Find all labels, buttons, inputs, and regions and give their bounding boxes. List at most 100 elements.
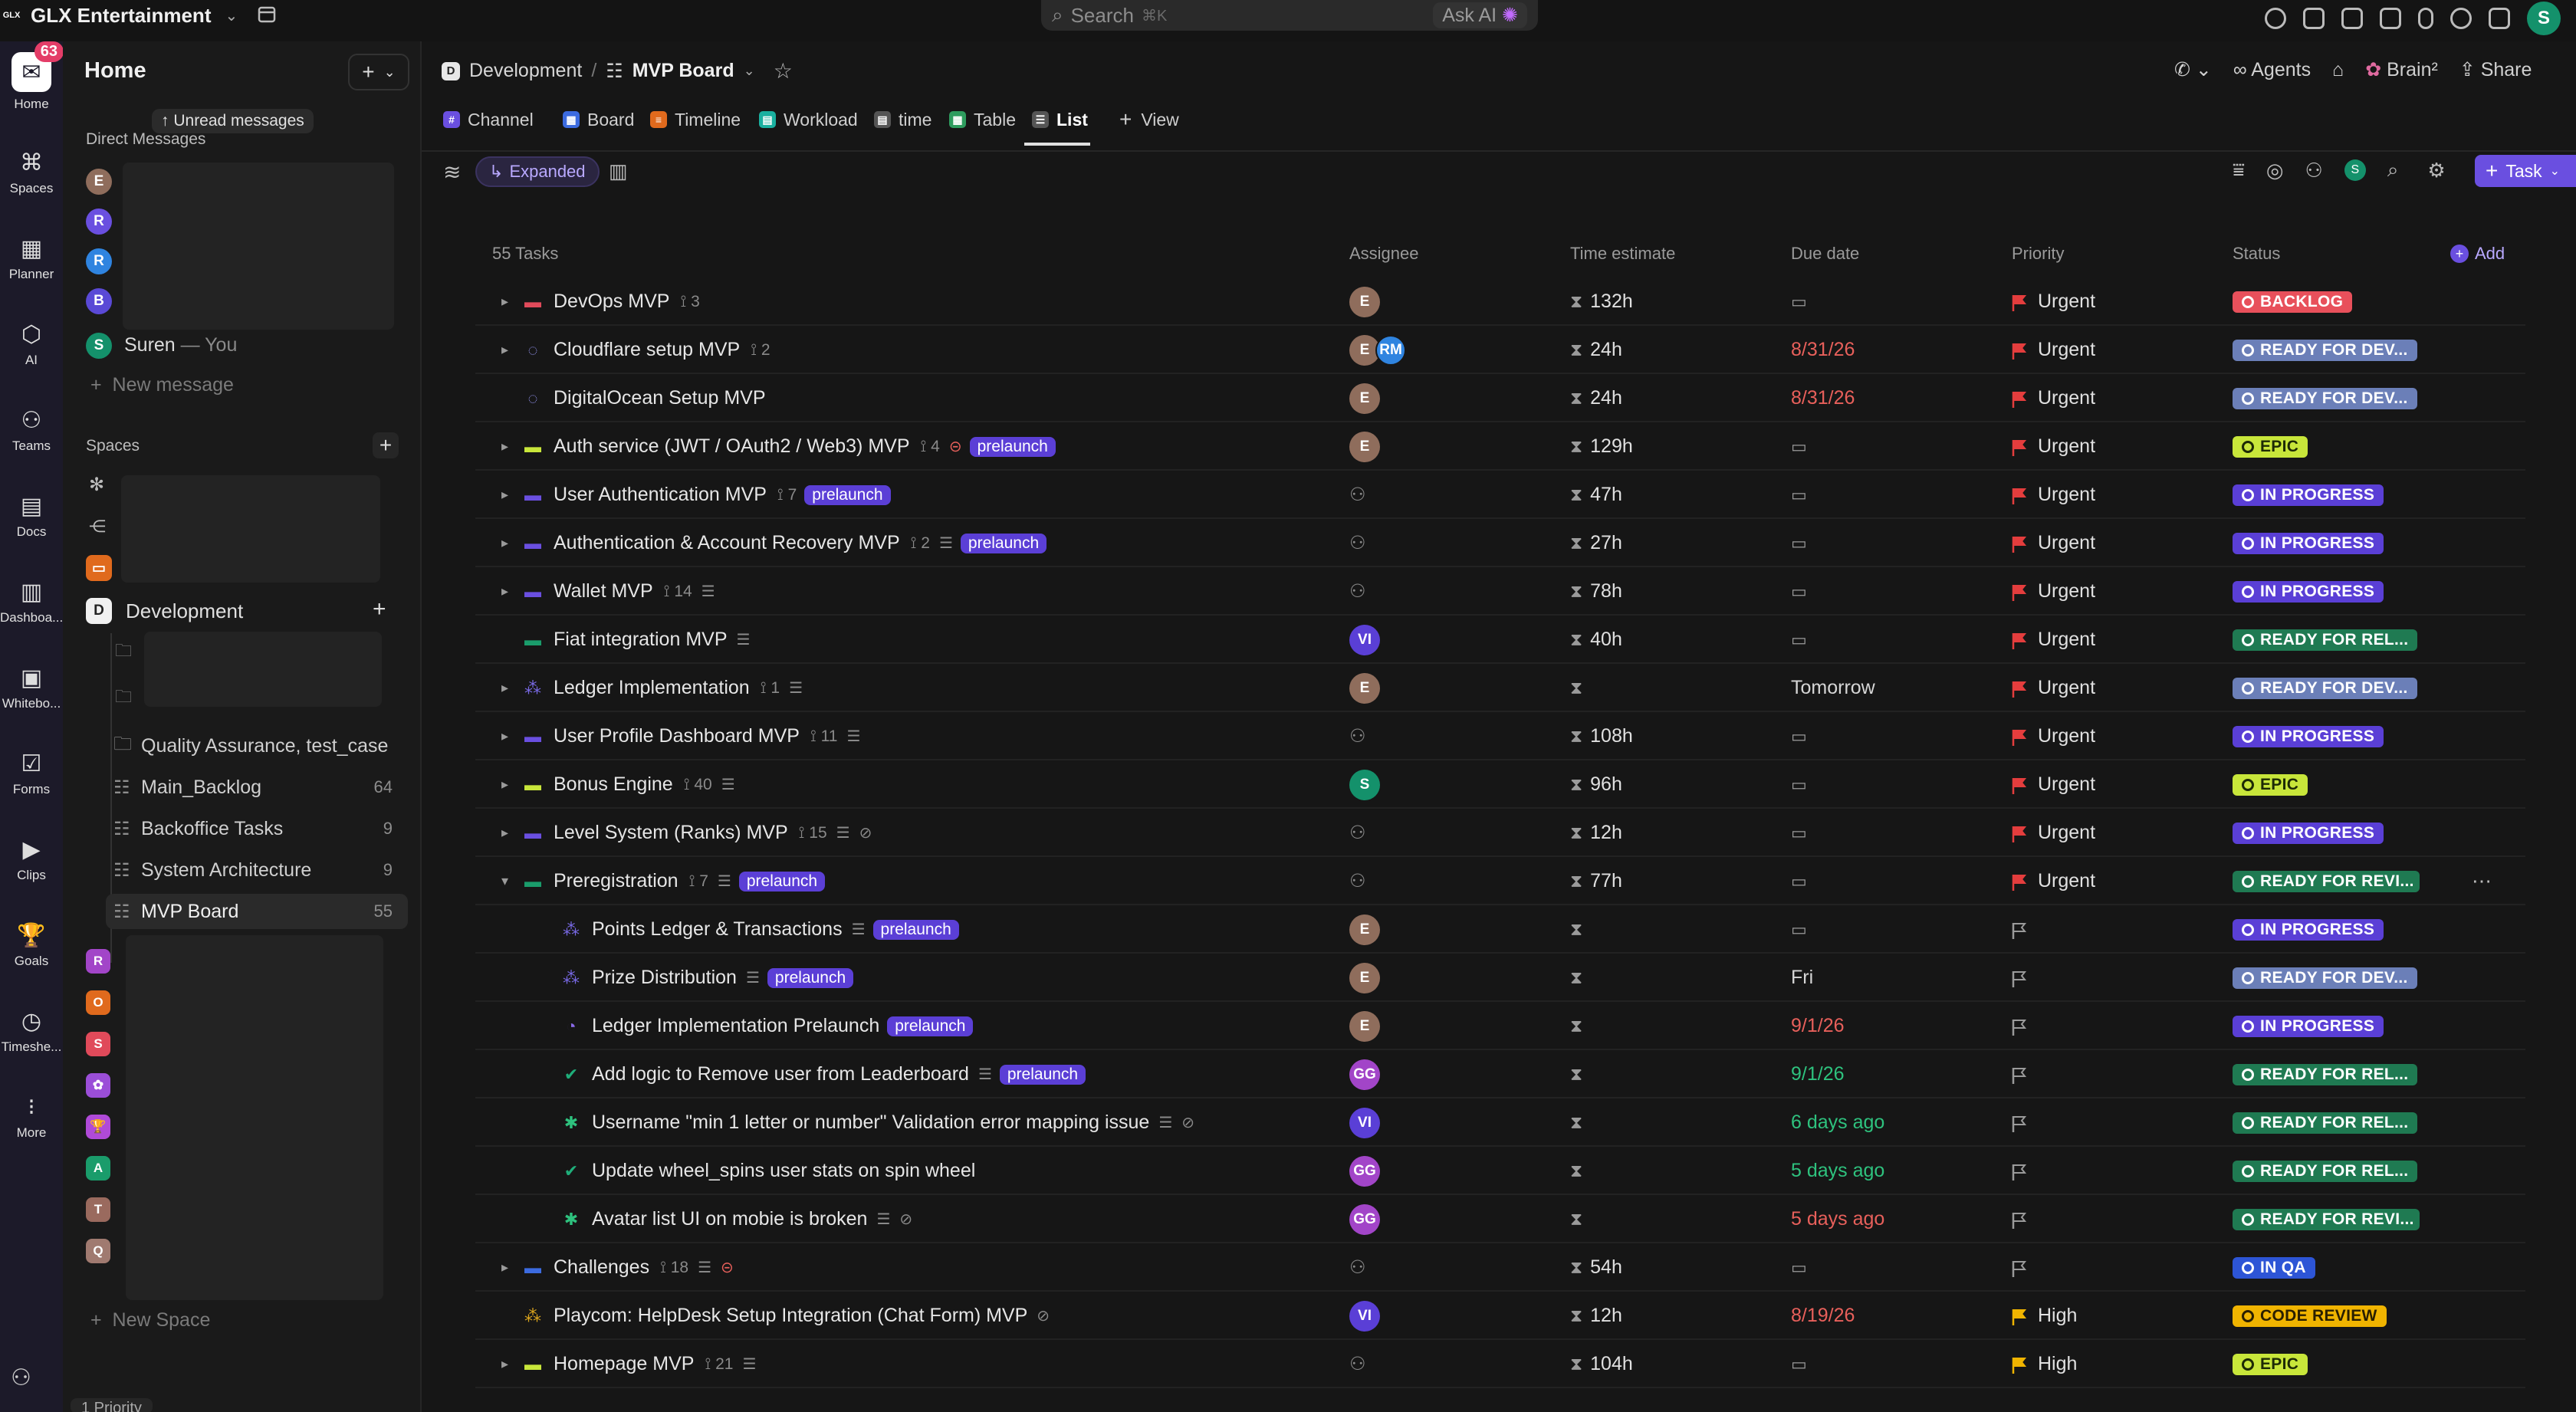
assignee-cell[interactable]: ⚇ [1349, 1243, 1366, 1292]
due-date-cell[interactable]: 5 days ago [1791, 1195, 1884, 1243]
task-row[interactable]: ▸ ▬ Wallet MVP ⟟ 14 ☰ ⚇ ⧗ 78h ▭ Urgent IN PROGRESS [475, 567, 2525, 616]
task-row[interactable]: ⁂ Prize Distribution ☰ prelaunch E ⧗ Fri READY … [475, 954, 2525, 1002]
status-cell[interactable]: READY FOR DEV... [2233, 326, 2417, 374]
rail-planner[interactable]: ▦ Planner [0, 235, 63, 282]
assignee-cell[interactable]: E [1349, 277, 1380, 326]
add-view-button[interactable]: + View [1119, 104, 1179, 135]
subtask-count[interactable]: ⟟ 2 [911, 534, 930, 553]
self-user-name[interactable]: Suren — You [124, 334, 237, 356]
expand-caret-icon[interactable]: ▸ [501, 422, 508, 471]
task-row[interactable]: ▸ ▬ Bonus Engine ⟟ 40 ☰ S ⧗ 96h ▭ Urgent EPIC [475, 760, 2525, 809]
subtask-count[interactable]: ⟟ 1 [761, 679, 780, 698]
status-cell[interactable]: IN PROGRESS [2233, 519, 2384, 567]
layers-icon[interactable]: ≋ [443, 159, 461, 185]
add-assignee-icon[interactable]: ⚇ [1349, 532, 1366, 554]
rail-home[interactable]: ✉ 63 Home [0, 41, 64, 112]
brain-button[interactable]: ✿ Brain² [2365, 58, 2438, 81]
status-badge[interactable]: READY FOR DEV... [2233, 677, 2417, 699]
task-name[interactable]: Auth service (JWT / OAuth2 / Web3) MVP [554, 435, 910, 458]
status-cell[interactable]: IN QA [2233, 1243, 2315, 1292]
time-estimate-cell[interactable]: ⧗ 96h [1570, 760, 1622, 809]
priority-cell[interactable]: Urgent [2012, 326, 2095, 374]
time-estimate-cell[interactable]: ⧗ 129h [1570, 422, 1633, 471]
assignee-cell[interactable]: S [1349, 760, 1380, 809]
time-estimate-cell[interactable]: ⧗ [1570, 905, 1590, 954]
expand-caret-icon[interactable]: ▸ [501, 567, 508, 616]
expand-caret-icon[interactable]: ▸ [501, 664, 508, 712]
due-date-cell[interactable]: ▭ [1791, 519, 1807, 567]
assignee-cell[interactable]: E [1349, 374, 1380, 422]
status-cell[interactable]: IN PROGRESS [2233, 471, 2384, 519]
task-row[interactable]: ▸ ▬ User Profile Dashboard MVP ⟟ 11 ☰ ⚇ ⧗ 108h ▭… [475, 712, 2525, 760]
priority-cell[interactable] [2012, 1195, 2038, 1243]
status-badge[interactable]: READY FOR REL... [2233, 1063, 2418, 1085]
rail-dashboards[interactable]: ▥ Dashboa... [0, 578, 63, 626]
assignee-avatar[interactable]: RM [1375, 334, 1406, 366]
task-type-icon[interactable]: ▬ [524, 485, 541, 504]
task-type-icon[interactable]: ✱ [563, 1210, 580, 1229]
share-network-icon[interactable]: ⋲ [89, 517, 106, 537]
status-cell[interactable]: READY FOR REL... [2233, 1050, 2418, 1098]
task-row[interactable]: ◌ DigitalOcean Setup MVP E ⧗ 24h 8/31/26 Urgen… [475, 374, 2525, 422]
me-avatar[interactable]: S [2344, 159, 2366, 181]
time-estimate-cell[interactable]: ⧗ 47h [1570, 471, 1622, 519]
assignee-cell[interactable]: VI [1349, 616, 1380, 664]
due-date-cell[interactable]: ▭ [1791, 712, 1807, 760]
check-circle-icon[interactable] [2265, 8, 2286, 29]
priority-cell[interactable]: Urgent [2012, 567, 2095, 616]
tab-timeline[interactable]: ≡ Timeline [650, 104, 741, 135]
expand-caret-icon[interactable]: ▸ [501, 1340, 508, 1388]
task-type-icon[interactable]: ◌ [524, 389, 541, 408]
due-date-cell[interactable]: ▭ [1791, 857, 1807, 905]
column-header-time-estimate[interactable]: Time estimate [1570, 244, 1675, 264]
priority-cell[interactable]: Urgent [2012, 809, 2095, 857]
task-type-icon[interactable]: ▬ [524, 292, 541, 311]
breadcrumb-space[interactable]: Development [469, 60, 582, 82]
task-name[interactable]: Prize Distribution [592, 967, 737, 989]
due-date-cell[interactable]: ▭ [1791, 471, 1807, 519]
chevron-down-icon[interactable]: ⌄ [744, 63, 755, 79]
status-badge[interactable]: READY FOR DEV... [2233, 967, 2417, 989]
ask-ai-button[interactable]: Ask AI ✺ [1433, 2, 1527, 28]
time-estimate-cell[interactable]: ⧗ 24h [1570, 326, 1622, 374]
task-type-icon[interactable]: ⁂ [524, 678, 541, 698]
task-row[interactable]: ✱ Username "min 1 letter or number" Valid… [475, 1098, 2525, 1147]
due-date-cell[interactable]: 6 days ago [1791, 1098, 1884, 1147]
add-assignee-icon[interactable]: ⚇ [1349, 1353, 1366, 1375]
status-badge[interactable]: READY FOR REL... [2233, 1112, 2418, 1134]
status-cell[interactable]: READY FOR REL... [2233, 1098, 2418, 1147]
task-type-icon[interactable]: ✔ [563, 1065, 580, 1084]
task-row[interactable]: ✱ Avatar list UI on mobie is broken ☰ ⊘ GG ⧗ 5… [475, 1195, 2525, 1243]
task-type-icon[interactable]: ▬ [524, 823, 541, 842]
self-avatar[interactable]: S [86, 333, 112, 359]
task-name[interactable]: Level System (Ranks) MVP [554, 822, 788, 844]
status-badge[interactable]: CODE REVIEW [2233, 1305, 2387, 1327]
filter-icon[interactable]: ⩸ [2233, 158, 2245, 182]
tag-pill[interactable]: prelaunch [738, 871, 826, 892]
task-type-icon[interactable]: ▬ [524, 630, 541, 649]
status-cell[interactable]: BACKLOG [2233, 277, 2353, 326]
task-row[interactable]: ▸ ⁂ Ledger Implementation ⟟ 1 ☰ E ⧗ Tomorrow Urg… [475, 664, 2525, 712]
time-estimate-cell[interactable]: ⧗ 54h [1570, 1243, 1622, 1292]
status-badge[interactable]: IN PROGRESS [2233, 484, 2384, 506]
sidebar-list-item[interactable]: ☷ MVP Board 55 [106, 894, 408, 929]
task-row[interactable]: ✔ Add logic to Remove user from Leaderboa… [475, 1050, 2525, 1098]
assignee-cell[interactable]: E [1349, 1002, 1380, 1050]
priority-cell[interactable] [2012, 954, 2038, 1002]
task-type-icon[interactable]: ✱ [563, 1113, 580, 1132]
time-estimate-cell[interactable]: ⧗ 104h [1570, 1340, 1633, 1388]
status-badge[interactable]: READY FOR REVI... [2233, 870, 2420, 892]
inbox-icon[interactable] [2303, 8, 2325, 29]
status-cell[interactable]: READY FOR DEV... [2233, 664, 2417, 712]
due-date-cell[interactable]: ▭ [1791, 809, 1807, 857]
priority-cell[interactable]: Urgent [2012, 760, 2095, 809]
space-icon[interactable]: R [86, 949, 110, 974]
subtask-count[interactable]: ⟟ 40 [684, 776, 712, 794]
task-name[interactable]: Update wheel_spins user stats on spin wh… [592, 1160, 975, 1182]
priority-cell[interactable]: High [2012, 1340, 2077, 1388]
invite-icon[interactable]: ⚇ [11, 1364, 31, 1391]
add-assignee-icon[interactable]: ⚇ [1349, 484, 1366, 506]
status-cell[interactable]: READY FOR REVI... [2233, 857, 2420, 905]
new-message-button[interactable]: + New message [90, 374, 234, 396]
priority-cell[interactable]: Urgent [2012, 616, 2095, 664]
